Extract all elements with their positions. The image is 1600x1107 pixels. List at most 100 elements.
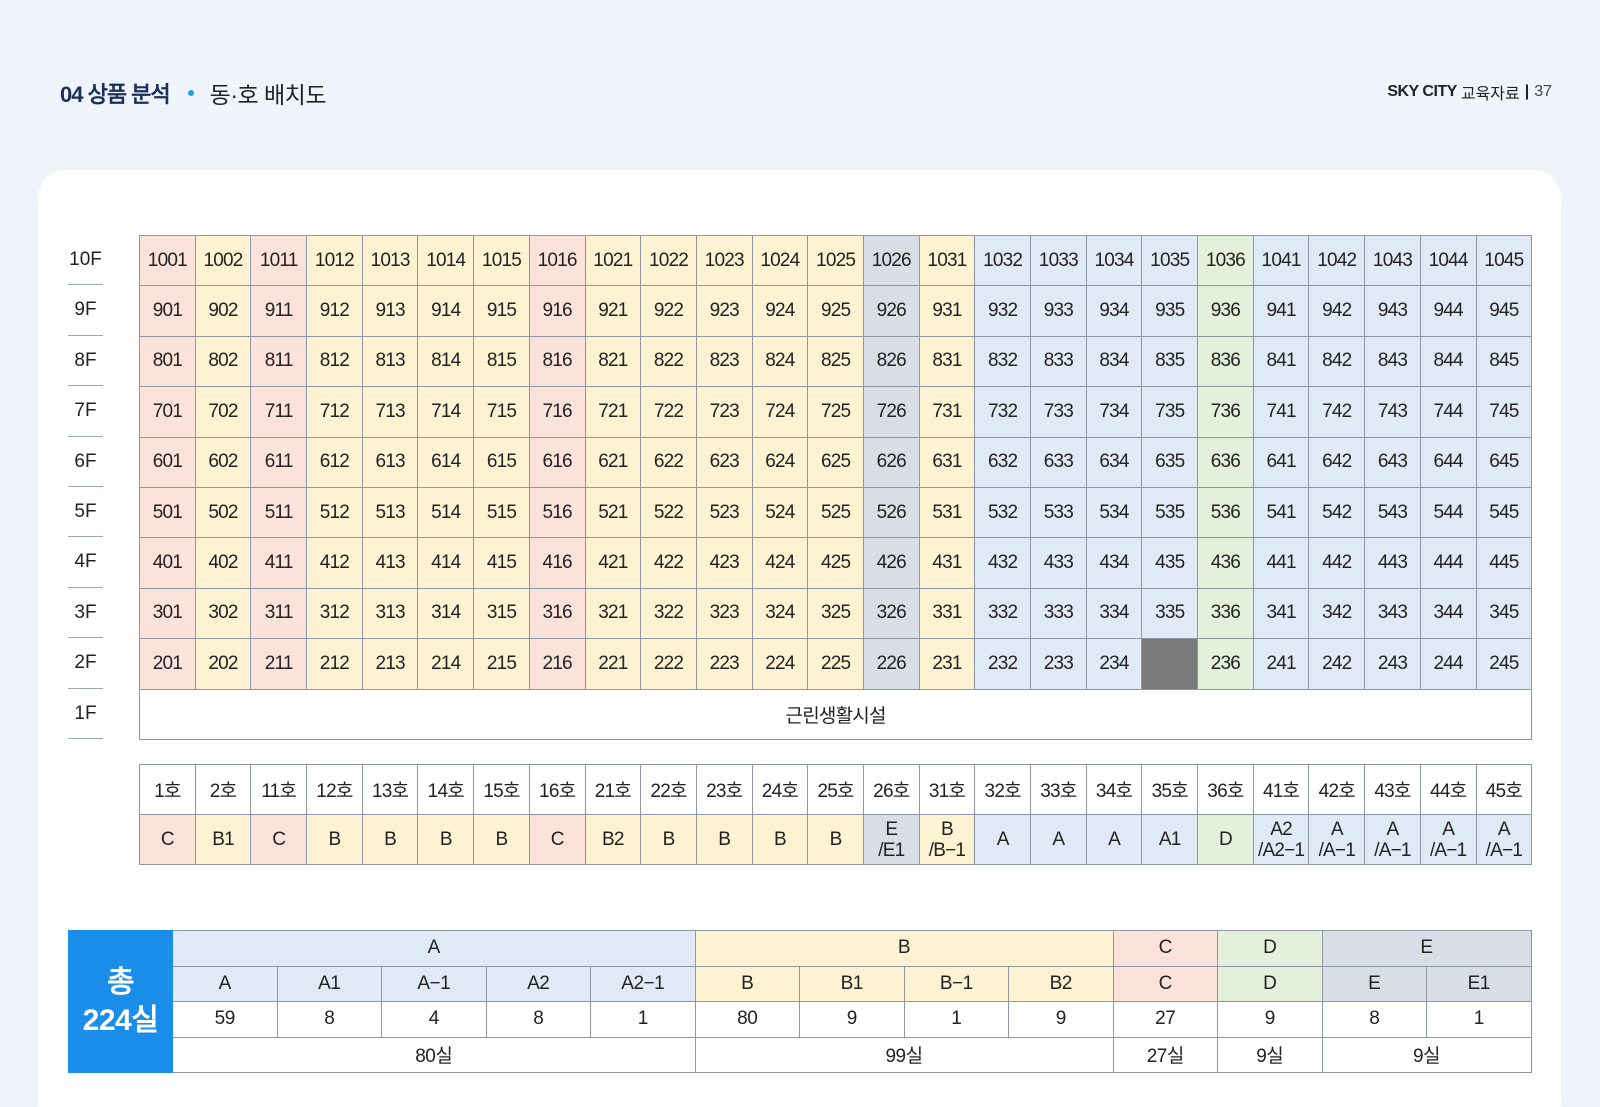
- unit-cell: 702: [194, 386, 252, 438]
- unit-cell: 711: [250, 386, 308, 438]
- unit-cell: 634: [1085, 436, 1143, 488]
- unit-cell: 715: [473, 386, 530, 438]
- type-cell: B: [306, 814, 363, 865]
- unit-cell: 342: [1308, 587, 1366, 640]
- unit-cell: 1036: [1197, 234, 1254, 287]
- ho-cell: 34호: [1085, 764, 1143, 815]
- unit-cell: 932: [974, 285, 1031, 337]
- type-cell: A/A−1: [1419, 814, 1477, 865]
- unit-cell: 722: [640, 386, 697, 438]
- ho-cell: 33호: [1030, 764, 1087, 815]
- unit-cell: 326: [862, 587, 920, 640]
- type-cell: B1: [194, 814, 252, 865]
- unit-cell: 512: [306, 486, 363, 539]
- summary-group-row: 총 224실 A B C D E: [68, 930, 1532, 1073]
- unit-cell: 922: [640, 285, 697, 337]
- type-cell: B: [640, 814, 697, 865]
- unit-cell: 333: [1030, 587, 1087, 640]
- type-cell: D: [1197, 814, 1254, 865]
- unit-cell: 532: [974, 486, 1031, 539]
- floor-label: 2F: [68, 638, 103, 689]
- ho-cell: 23호: [695, 764, 753, 815]
- floor-label: 7F: [68, 386, 103, 437]
- unit-cell: 423: [695, 537, 753, 589]
- unit-cell: 214: [417, 638, 475, 690]
- group-total-cell: 9실: [1217, 1036, 1323, 1073]
- group-header-cell: D: [1217, 930, 1323, 967]
- unit-cell: 1021: [584, 234, 642, 287]
- unit-cell: 924: [751, 285, 809, 337]
- facility-cell: 근린생활시설: [138, 688, 1533, 740]
- unit-cell: 626: [862, 436, 920, 488]
- unit-cell: 1002: [194, 234, 252, 287]
- unit-cell: 311: [250, 587, 308, 640]
- unit-cell: 1026: [862, 234, 920, 287]
- unit-cell: 1024: [751, 234, 809, 287]
- unit-cell: 901: [139, 285, 196, 337]
- group-header-cell: C: [1112, 930, 1218, 967]
- section-title: 04 상품 분석: [60, 82, 171, 107]
- count-cell: 9: [1217, 1001, 1323, 1038]
- floor-label: 5F: [68, 487, 103, 538]
- count-cell: 8: [485, 1001, 591, 1038]
- group-total-cell: 99실: [694, 1036, 1114, 1073]
- unit-cell: 836: [1197, 335, 1254, 388]
- ho-cell: 2호: [194, 764, 252, 815]
- unit-cell: 331: [918, 587, 976, 640]
- unit-cell: 614: [417, 436, 475, 488]
- unit-cell: 831: [918, 335, 976, 388]
- unit-cell: 543: [1364, 486, 1421, 539]
- ho-cell: 11호: [250, 764, 308, 815]
- unit-cell: 225: [807, 638, 864, 690]
- unit-cell: 431: [918, 537, 976, 589]
- group-header-cell: E: [1321, 930, 1532, 967]
- type-cell: A/A−1: [1364, 814, 1421, 865]
- ho-cell: 12호: [306, 764, 363, 815]
- unit-cell: 833: [1030, 335, 1087, 388]
- unit-cell: 1023: [695, 234, 753, 287]
- unit-cell: 242: [1308, 638, 1366, 690]
- unit-cell: 513: [361, 486, 419, 539]
- unit-cell: 645: [1475, 436, 1533, 488]
- unit-cell: 935: [1141, 285, 1199, 337]
- unit-cell: 701: [139, 386, 196, 438]
- unit-cell: 724: [751, 386, 809, 438]
- unit-cell: 644: [1419, 436, 1477, 488]
- unit-cell: 411: [250, 537, 308, 589]
- unit-cell: 725: [807, 386, 864, 438]
- unit-cell: 522: [640, 486, 697, 539]
- floor-label: 10F: [68, 235, 103, 286]
- summary-type-row: A A1 A−1 A2 A2−1 B B1 B−1 B2 C D E E1: [69, 965, 1532, 1002]
- unit-cell: 524: [751, 486, 809, 539]
- unit-cell: 401: [139, 537, 196, 589]
- ho-cell: 35호: [1141, 764, 1199, 815]
- summary-table: 총 224실 A B C D E A A1 A−1 A2 A2−1 B B1 B−1 B2 C D E E1 59 8 4 8…: [68, 930, 1532, 1073]
- unit-cell: 925: [807, 285, 864, 337]
- unit-cell: 502: [194, 486, 252, 539]
- total-value: 224실: [82, 1003, 159, 1037]
- type-row: C B1 C B B B B C B2 B B B B E/E1 B/B−1 A A A A1 D A2/A2−1 A/A…: [139, 814, 1533, 865]
- unit-cell: 222: [640, 638, 697, 690]
- ho-cell: 1호: [139, 764, 196, 815]
- unit-cell: 412: [306, 537, 363, 589]
- unit-type-table: 1호 2호 11호 12호 13호 14호 15호 16호 21호 22호 23호 24호 25호 26호…: [139, 764, 1533, 865]
- unit-cell: 936: [1197, 285, 1254, 337]
- unit-cell: 1016: [528, 234, 586, 287]
- unit-cell: 624: [751, 436, 809, 488]
- unit-cell: 416: [528, 537, 586, 589]
- unit-cell: 945: [1475, 285, 1533, 337]
- unit-cell: 911: [250, 285, 308, 337]
- unit-cell: 635: [1141, 436, 1199, 488]
- count-cell: 1: [903, 1001, 1009, 1038]
- unit-cell: 422: [640, 537, 697, 589]
- group-total-cell: 80실: [172, 1036, 696, 1073]
- unit-cell: 414: [417, 537, 475, 589]
- unit-cell: 734: [1085, 386, 1143, 438]
- unit-cell: 812: [306, 335, 363, 388]
- page-number: 37: [1534, 83, 1552, 100]
- unit-cell: 814: [417, 335, 475, 388]
- unit-cell: 444: [1419, 537, 1477, 589]
- unit-cell: 841: [1252, 335, 1310, 388]
- unit-cell: 933: [1030, 285, 1087, 337]
- unit-cell: 1001: [139, 234, 196, 287]
